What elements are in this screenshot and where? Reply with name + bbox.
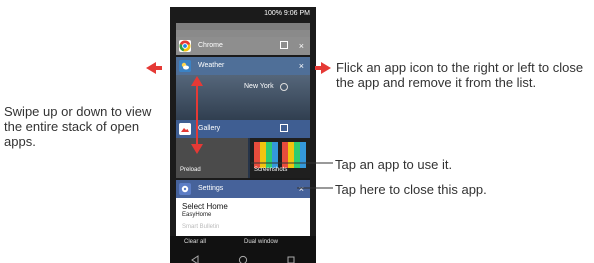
chrome-card-title: Chrome (198, 42, 223, 49)
right-arrow-icon (315, 62, 331, 74)
gallery-app-grid (254, 142, 306, 168)
close-icon[interactable]: × (299, 180, 304, 198)
status-text: 100% 9:06 PM (264, 10, 310, 17)
chrome-icon (179, 40, 191, 52)
left-arrow-icon (146, 62, 162, 74)
settings-card-header: Settings × (176, 180, 310, 198)
annotation-tap-app: Tap an app to use it. (335, 157, 453, 172)
navigation-bar (170, 250, 316, 263)
close-icon[interactable]: × (299, 57, 304, 75)
gallery-left-label: Preload (180, 167, 201, 173)
settings-card[interactable]: Settings × Select Home EasyHome Smart Bu… (176, 180, 310, 240)
gallery-icon (179, 123, 191, 135)
home-icon[interactable] (238, 252, 248, 263)
back-icon[interactable] (190, 252, 200, 263)
settings-preview: Select Home EasyHome Smart Bulletin (176, 198, 310, 240)
gallery-right-thumb: Screenshots (250, 138, 310, 178)
bottom-bar: Clear all Dual window (170, 236, 316, 263)
clear-all-button[interactable]: Clear all (184, 236, 206, 248)
split-window-icon[interactable] (280, 41, 288, 49)
settings-card-title: Settings (198, 185, 224, 192)
recent-apps-icon[interactable] (286, 252, 296, 263)
info-icon (280, 83, 288, 91)
annotation-flick-close: Flick an app icon to the right or left t… (336, 60, 584, 90)
dual-window-button[interactable]: Dual window (244, 236, 278, 248)
chrome-card-header: Chrome × (176, 37, 310, 55)
gallery-card[interactable]: Gallery Preload Screenshots (176, 120, 310, 178)
recent-apps-actions: Clear all Dual window (170, 236, 316, 248)
weather-icon (179, 60, 191, 72)
settings-line-3: Smart Bulletin (182, 224, 220, 230)
settings-gear-icon (179, 183, 191, 195)
gallery-card-header: Gallery (176, 120, 310, 138)
annotation-tap-close: Tap here to close this app. (335, 182, 487, 197)
gallery-left-thumb: Preload (176, 138, 248, 178)
split-window-icon[interactable] (280, 124, 288, 132)
weather-city: New York (244, 83, 274, 90)
settings-line-2: EasyHome (182, 212, 212, 218)
gallery-card-title: Gallery (198, 125, 221, 132)
weather-card[interactable]: Weather × New York (176, 57, 310, 123)
status-bar: 100% 9:06 PM (170, 7, 316, 20)
settings-line-1: Select Home (182, 202, 228, 211)
annotation-swipe-stack: Swipe up or down to view the entire stac… (4, 104, 152, 149)
phone-screen: 100% 9:06 PM Chrome × Weather × New York… (170, 7, 316, 263)
chrome-card[interactable]: Chrome × (176, 37, 310, 55)
close-icon[interactable]: × (299, 37, 304, 55)
weather-card-title: Weather (198, 62, 225, 69)
weather-preview: New York (176, 75, 310, 123)
weather-card-header: Weather × (176, 57, 310, 75)
gallery-right-label: Screenshots (254, 167, 288, 173)
